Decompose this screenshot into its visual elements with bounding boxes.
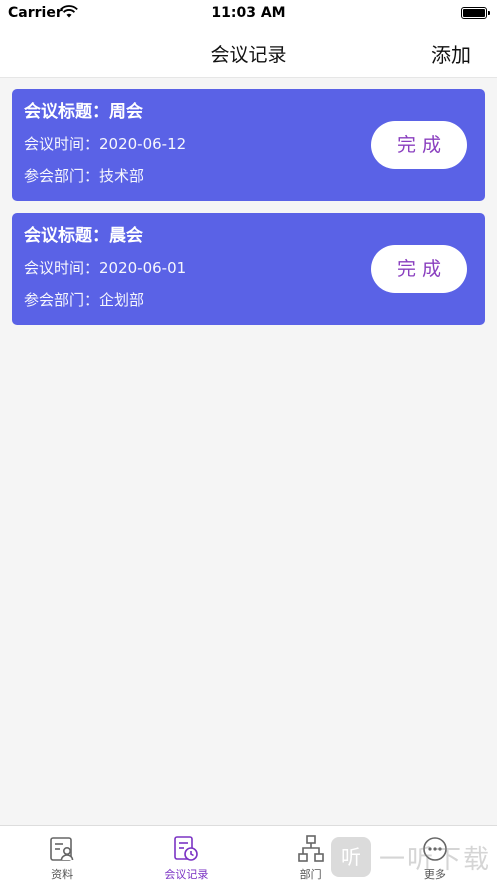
meeting-list: 会议标题：周会 会议时间：2020-06-12 参会部门：技术部 完成 会议标题… [12,89,485,337]
battery-icon [461,7,490,19]
status-bar: Carrier 11:03 AM [0,0,497,28]
org-chart-icon [297,835,324,862]
complete-button[interactable]: 完成 [371,121,467,169]
meeting-clock-icon [174,836,199,861]
tab-profile[interactable]: 资料 [0,826,124,883]
tab-label: 资料 [51,868,74,881]
watermark-text: 一听下载 [378,844,491,875]
page-title: 会议记录 [210,44,287,66]
navigation-bar: 会议记录 添加 [0,28,497,78]
profile-card-icon [50,837,74,861]
tab-meeting-records[interactable]: 会议记录 [124,826,248,883]
meeting-card[interactable]: 会议标题：周会 会议时间：2020-06-12 参会部门：技术部 完成 [12,89,485,201]
tab-label: 会议记录 [164,868,209,881]
complete-button[interactable]: 完成 [371,245,467,293]
meeting-card[interactable]: 会议标题：晨会 会议时间：2020-06-01 参会部门：企划部 完成 [12,213,485,325]
add-button[interactable]: 添加 [431,39,471,68]
tab-label: 部门 [299,868,322,881]
app-screen: Carrier 11:03 AM 会议记录 添加 会议标题：周会 会议时间：20… [0,0,497,883]
watermark-logo-icon: 听 [330,837,371,877]
clock: 11:03 AM [211,5,286,21]
watermark: 听 一听下载 [330,837,491,877]
